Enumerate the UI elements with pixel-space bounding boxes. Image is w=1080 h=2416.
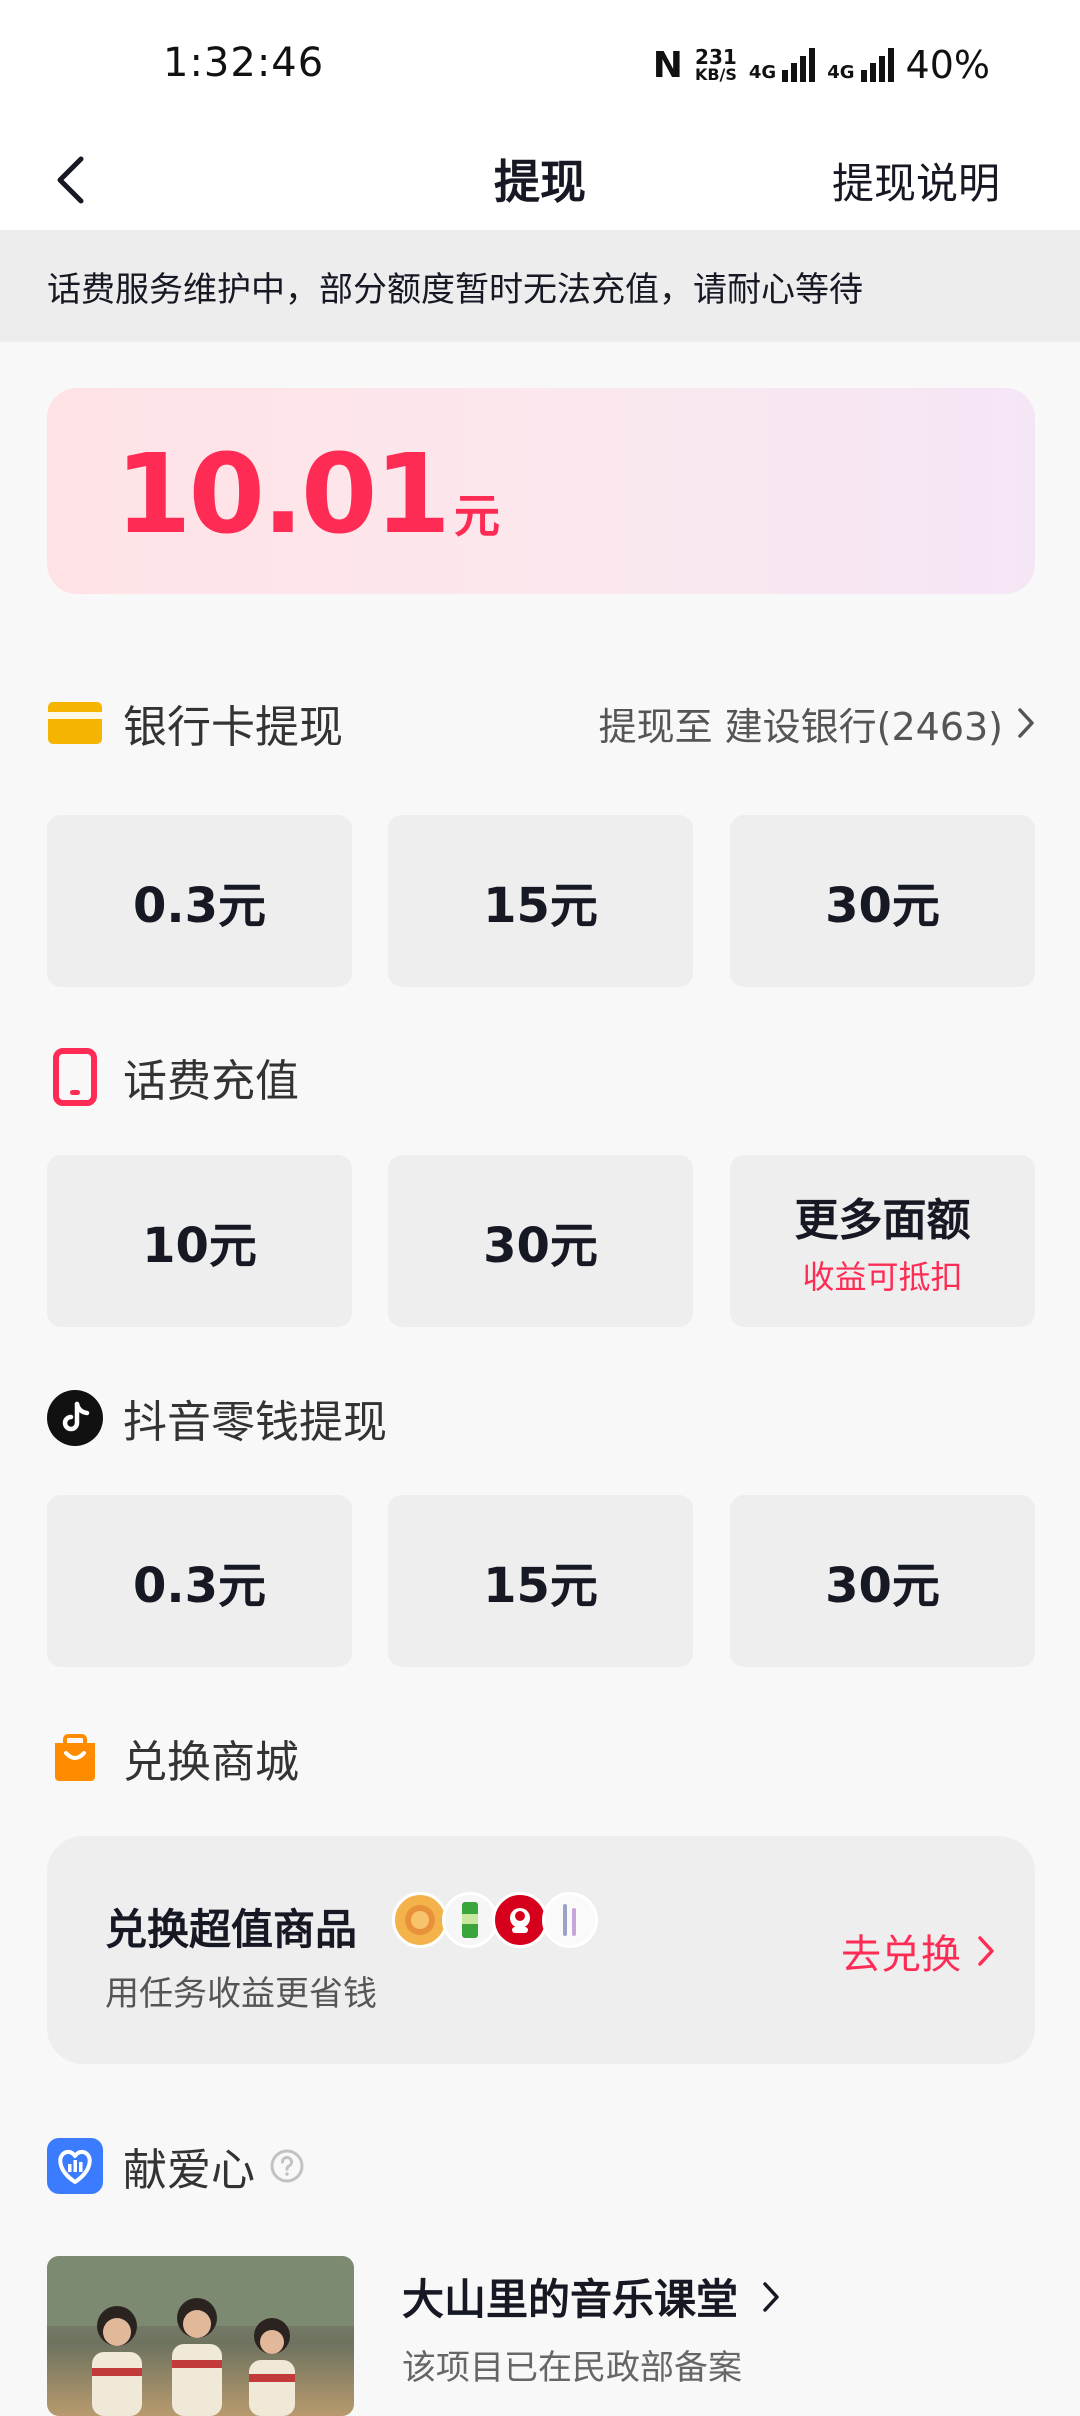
douyin-option-1[interactable]: 0.3元 — [47, 1495, 352, 1667]
nav-bar: 提现 提现说明 — [0, 130, 1080, 230]
option-label: 15元 — [483, 1558, 598, 1614]
go-exchange-label: 去兑换 — [841, 1932, 961, 1978]
back-button[interactable] — [40, 148, 100, 212]
status-icons: N 231 KB/S 4G 4G 40% — [653, 42, 990, 88]
option-label: 30元 — [825, 878, 940, 934]
status-bar: 1:32:46 N 231 KB/S 4G 4G 40% — [0, 0, 1080, 130]
option-label: 10元 — [142, 1218, 257, 1274]
kfc-thumbnail — [492, 1892, 548, 1948]
shopping-bag-icon — [47, 1730, 103, 1786]
phone-option-1[interactable]: 10元 — [47, 1155, 352, 1327]
option-label: 15元 — [483, 878, 598, 934]
charity-heart-icon — [47, 2138, 103, 2194]
more-amounts-label: 更多面额 — [794, 1195, 971, 1246]
balance-card: 10.01 元 — [47, 388, 1035, 594]
douyin-options: 0.3元 15元 30元 — [47, 1495, 1035, 1667]
network-type-2: 4G — [827, 62, 855, 83]
signal-icon-1: 4G — [748, 48, 816, 83]
status-time: 1:32:46 — [163, 40, 325, 86]
phone-options: 10元 30元 更多面额 收益可抵扣 — [47, 1155, 1035, 1327]
help-circle-icon[interactable] — [269, 2148, 305, 2184]
bank-account-label: 提现至 建设银行(2463) — [598, 704, 1003, 749]
bank-account-selector[interactable]: 提现至 建设银行(2463) — [599, 696, 1035, 751]
douyin-option-3[interactable]: 30元 — [730, 1495, 1035, 1667]
withdraw-instructions-link[interactable]: 提现说明 — [832, 150, 1000, 211]
option-label: 30元 — [483, 1218, 598, 1274]
charity-project-subtitle: 该项目已在民政部备案 — [402, 2348, 742, 2388]
exchange-mall-card[interactable]: 兑换超值商品 用任务收益更省钱 去兑换 — [47, 1836, 1035, 2064]
mall-card-subtitle: 用任务收益更省钱 — [105, 1974, 377, 2014]
chevron-right-icon — [978, 1936, 994, 1966]
douyin-option-2[interactable]: 15元 — [388, 1495, 693, 1667]
mall-section-title: 兑换商城 — [123, 1737, 299, 1788]
nfc-icon: N — [652, 44, 683, 86]
chevron-right-icon — [1018, 708, 1034, 738]
toothbrush-thumbnail — [542, 1892, 598, 1948]
drink-thumbnail — [442, 1892, 498, 1948]
bank-card-icon — [47, 695, 103, 751]
option-label: 0.3元 — [132, 878, 267, 934]
option-label: 30元 — [825, 1558, 940, 1614]
bank-option-1[interactable]: 0.3元 — [47, 815, 352, 987]
charity-project-image — [47, 2256, 354, 2416]
network-speed: 231 KB/S — [694, 47, 737, 84]
mall-card-title: 兑换超值商品 — [105, 1905, 358, 1954]
more-amounts-sub: 收益可抵扣 — [802, 1258, 963, 1296]
bank-options: 0.3元 15元 30元 — [47, 815, 1035, 987]
bank-option-2[interactable]: 15元 — [388, 815, 693, 987]
network-speed-unit: KB/S — [694, 64, 737, 84]
chevron-right-icon — [763, 2281, 779, 2312]
mall-product-thumbnails — [392, 1892, 598, 1948]
bank-section-header: 银行卡提现 提现至 建设银行(2463) — [47, 688, 1035, 758]
douyin-section-header: 抖音零钱提现 — [47, 1383, 1035, 1453]
balance-amount: 10.01 元 — [115, 430, 500, 558]
go-exchange-button[interactable]: 去兑换 — [841, 1922, 995, 1980]
charity-project-title: 大山里的音乐课堂 — [402, 2266, 780, 2327]
tiktok-icon — [47, 1390, 103, 1446]
phone-icon — [47, 1048, 103, 1106]
balance-value: 10.01 — [115, 430, 451, 558]
phone-option-2[interactable]: 30元 — [388, 1155, 693, 1327]
douyin-section-title: 抖音零钱提现 — [123, 1397, 387, 1448]
notice-text: 话费服务维护中，部分额度暂时无法充值，请耐心等待 — [47, 269, 863, 310]
charity-section-title: 献爱心 — [123, 2145, 255, 2196]
signal-icon-2: 4G — [827, 48, 894, 83]
phone-section-header: 话费充值 — [47, 1042, 1035, 1112]
balance-unit: 元 — [453, 489, 500, 543]
back-arrow-icon — [57, 156, 84, 204]
maintenance-notice: 话费服务维护中，部分额度暂时无法充值，请耐心等待 — [0, 230, 1080, 342]
charity-project-card[interactable]: 大山里的音乐课堂 该项目已在民政部备案 — [47, 2256, 1035, 2416]
phone-more-amounts[interactable]: 更多面额 收益可抵扣 — [730, 1155, 1035, 1327]
bank-section-title: 银行卡提现 — [123, 702, 343, 753]
option-label: 0.3元 — [132, 1558, 267, 1614]
bank-option-3[interactable]: 30元 — [730, 815, 1035, 987]
charity-section-header: 献爱心 — [47, 2131, 1035, 2201]
phone-section-title: 话费充值 — [123, 1056, 299, 1107]
mall-section-header: 兑换商城 — [47, 1723, 1035, 1793]
cookie-thumbnail — [392, 1892, 448, 1948]
charity-project-title-text: 大山里的音乐课堂 — [402, 2275, 739, 2324]
network-type-1: 4G — [748, 62, 777, 83]
battery-level: 40% — [905, 43, 990, 87]
